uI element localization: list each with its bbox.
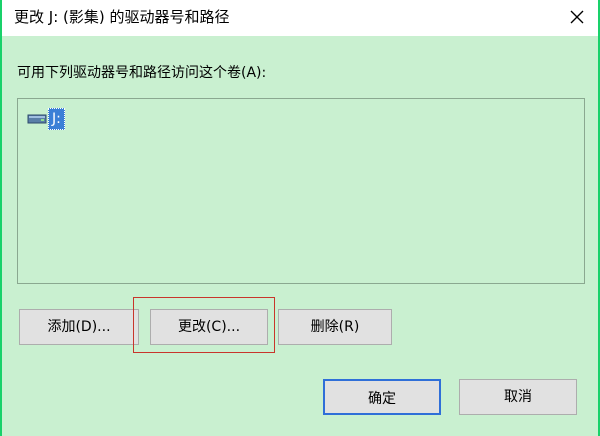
- close-icon: [570, 10, 584, 24]
- cancel-button[interactable]: 取消: [459, 379, 577, 415]
- dialog-content: 可用下列驱动器号和路径访问这个卷(A): J: 添加(D)... 更改(C)..…: [2, 36, 598, 436]
- ok-button[interactable]: 确定: [323, 379, 441, 415]
- close-button[interactable]: [560, 2, 596, 32]
- list-item[interactable]: J:: [27, 108, 65, 130]
- dialog-title: 更改 J: (影集) 的驱动器号和路径: [14, 8, 230, 26]
- highlight-annotation: [133, 297, 275, 353]
- drive-letter-dialog: 更改 J: (影集) 的驱动器号和路径 可用下列驱动器号和路径访问这个卷(A):…: [0, 0, 600, 436]
- drive-path-list[interactable]: J:: [17, 98, 585, 284]
- drive-list-label: 可用下列驱动器号和路径访问这个卷(A):: [17, 65, 267, 81]
- title-bar[interactable]: 更改 J: (影集) 的驱动器号和路径: [2, 0, 598, 36]
- add-button[interactable]: 添加(D)...: [19, 309, 139, 345]
- drive-icon: [27, 114, 47, 124]
- delete-button[interactable]: 删除(R): [278, 309, 392, 345]
- drive-letter-label: J:: [48, 108, 65, 130]
